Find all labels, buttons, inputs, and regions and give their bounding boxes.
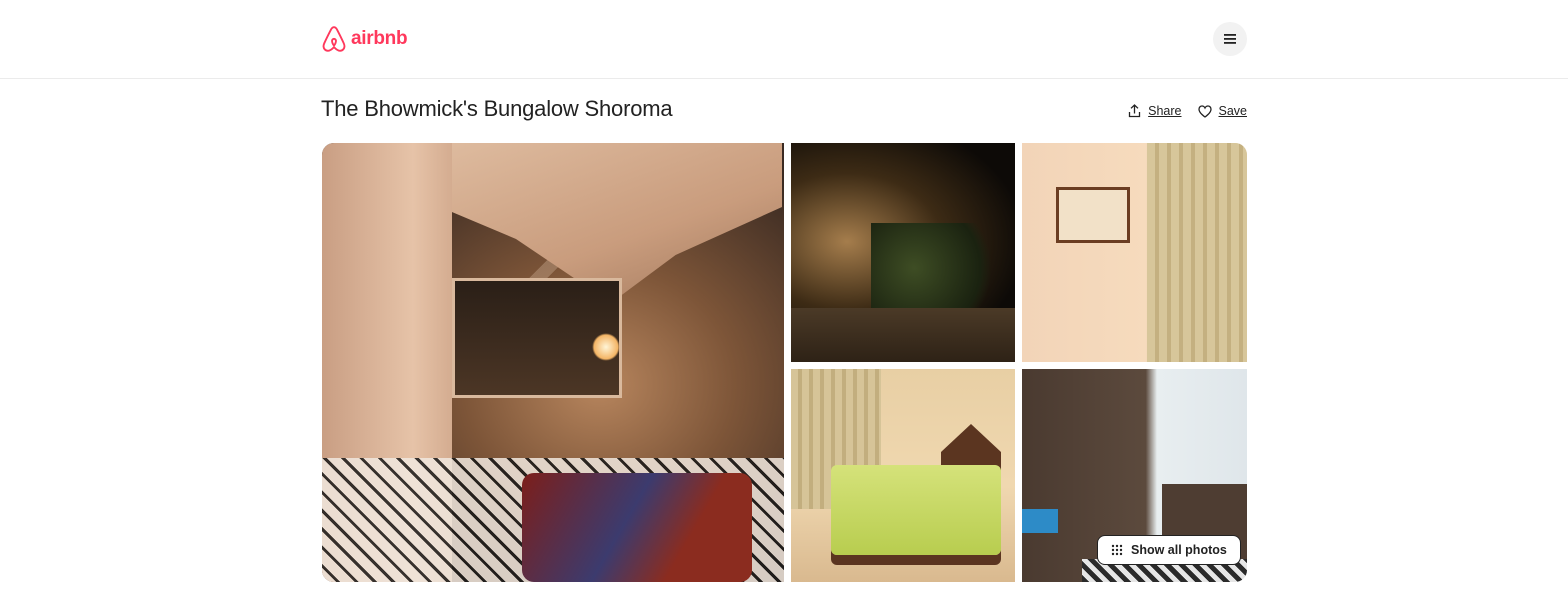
photo-night-patio[interactable] — [791, 143, 1015, 362]
airbnb-logo[interactable]: airbnb — [321, 24, 408, 54]
listing-actions: Share Save — [1128, 104, 1247, 118]
hamburger-icon — [1224, 34, 1236, 44]
photo-gallery: Show all photos — [322, 143, 1247, 582]
save-label: Save — [1218, 104, 1248, 118]
photo-bedroom-wall-frames[interactable] — [1022, 143, 1247, 362]
save-button[interactable]: Save — [1197, 104, 1248, 118]
share-button[interactable]: Share — [1128, 104, 1182, 118]
grid-dots-icon — [1111, 544, 1123, 556]
heart-icon — [1197, 104, 1212, 118]
main-menu-button[interactable] — [1213, 22, 1247, 56]
share-icon — [1128, 104, 1141, 118]
photo-veranda-lounge[interactable] — [322, 143, 784, 582]
airbnb-logo-icon — [322, 26, 346, 52]
photo-bedroom-bed[interactable] — [791, 369, 1015, 582]
show-all-photos-label: Show all photos — [1131, 543, 1227, 557]
brand-name: airbnb — [351, 28, 408, 49]
share-label: Share — [1148, 104, 1182, 118]
top-header: airbnb — [0, 0, 1568, 79]
show-all-photos-button[interactable]: Show all photos — [1097, 535, 1241, 565]
listing-title: The Bhowmick's Bungalow Shoroma — [321, 96, 673, 121]
